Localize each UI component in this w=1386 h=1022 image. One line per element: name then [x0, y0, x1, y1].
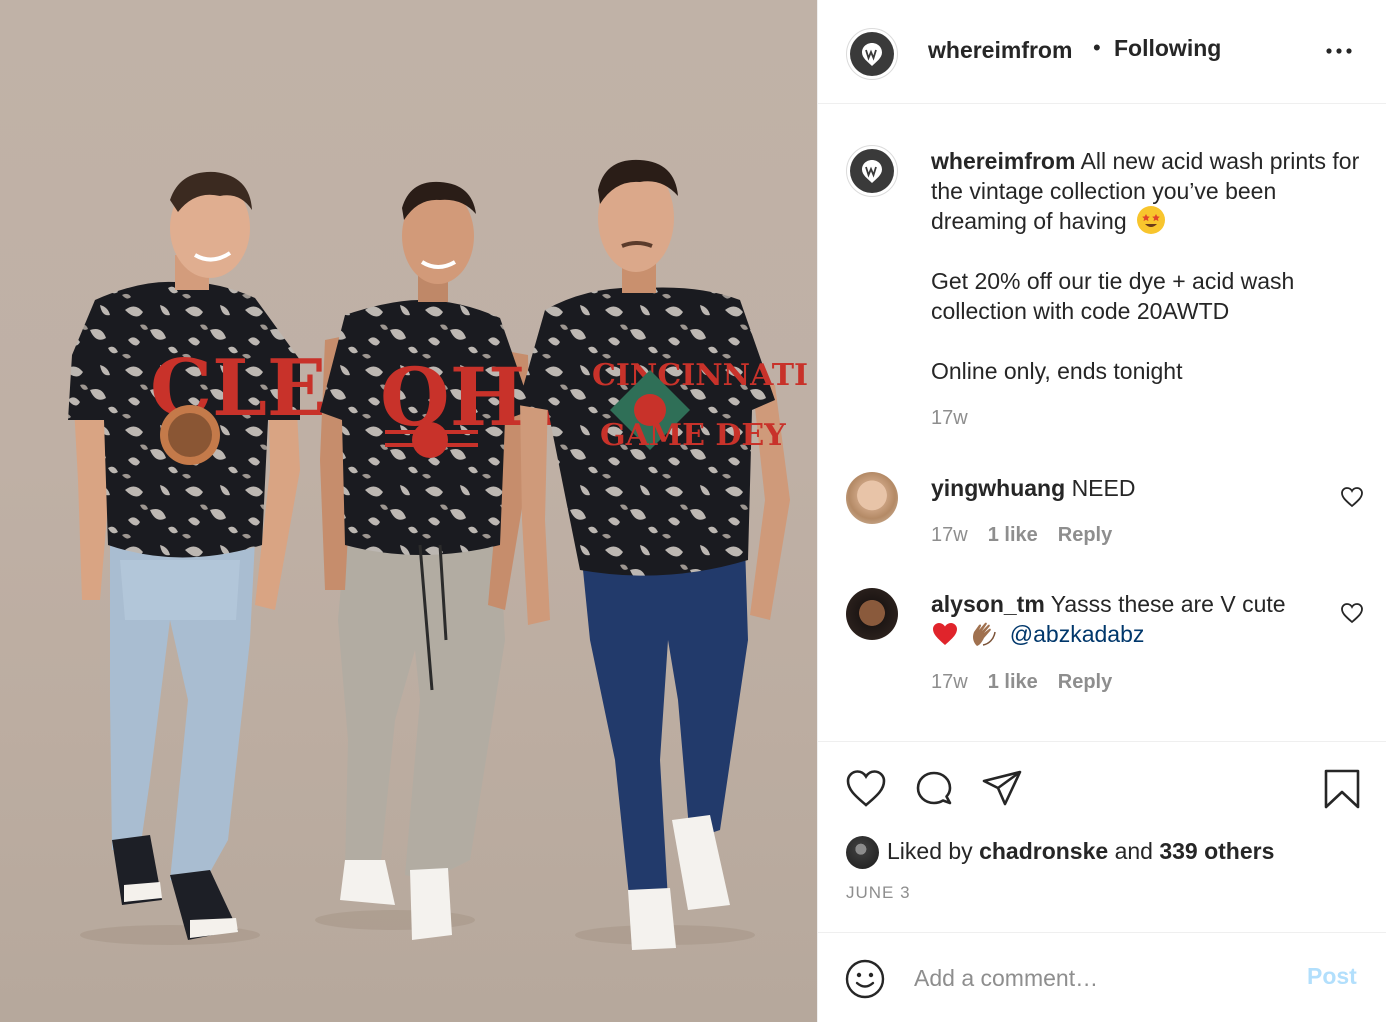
comment-timestamp[interactable]: 17w — [931, 671, 968, 694]
actions-divider — [818, 741, 1386, 742]
following-button[interactable]: Following — [1114, 35, 1221, 62]
comment-reply-button[interactable]: Reply — [1058, 671, 1112, 694]
liker-username-link[interactable]: chadronske — [979, 838, 1108, 864]
caption-author-avatar[interactable] — [846, 145, 898, 197]
comment-meta: 17w 1 like Reply — [931, 524, 1112, 547]
whereimfrom-logo-icon — [862, 43, 882, 66]
liked-by-joiner: and — [1114, 838, 1153, 864]
comment-icon[interactable] — [912, 767, 956, 811]
author-username-link[interactable]: whereimfrom — [928, 37, 1072, 64]
share-icon[interactable] — [980, 767, 1024, 811]
more-horizontal-icon[interactable] — [1324, 44, 1354, 58]
follow-separator: • — [1093, 35, 1101, 60]
caption-timestamp[interactable]: 17w — [931, 407, 968, 430]
post-details-panel: whereimfrom • Following whereimfrom All … — [817, 0, 1386, 1022]
comment-timestamp[interactable]: 17w — [931, 524, 968, 547]
comment-yingwhuang: yingwhuang NEED — [931, 473, 1331, 503]
liked-by-prefix: Liked by — [887, 838, 973, 864]
comment-likes-link[interactable]: 1 like — [988, 671, 1038, 694]
post-date[interactable]: JUNE 3 — [846, 883, 911, 903]
red-heart-emoji-icon — [933, 623, 957, 645]
star-struck-emoji-icon — [1137, 206, 1166, 234]
post-comment-button[interactable]: Post — [1307, 963, 1357, 990]
comment-username-link[interactable]: yingwhuang — [931, 475, 1065, 501]
comment-username-link[interactable]: alyson_tm — [931, 591, 1045, 617]
bookmark-icon[interactable] — [1320, 767, 1364, 811]
author-avatar[interactable] — [846, 28, 898, 80]
heart-icon[interactable] — [844, 767, 888, 811]
shirt-print-game-dey: GAME DEY — [600, 418, 786, 453]
whereimfrom-logo-icon — [862, 160, 882, 183]
comment-body: NEED — [1071, 475, 1136, 501]
shirt-print-cincinnati: CINCINNATI — [592, 358, 808, 393]
post-header: whereimfrom • Following — [818, 0, 1386, 104]
comment-alyson-tm: alyson_tm Yasss these are V cute @abzkad… — [931, 589, 1331, 649]
liked-by-text: Liked by chadronske and 339 others — [887, 838, 1274, 865]
others-likes-link[interactable]: 339 others — [1159, 838, 1274, 864]
post-photo[interactable]: CLE OHIO CINCINNATI GAME DEY — [0, 0, 817, 1022]
post-caption: whereimfrom All new acid wash prints for… — [931, 146, 1371, 386]
comment-like-heart-icon[interactable] — [1340, 602, 1364, 624]
clapping-hands-emoji-icon — [973, 622, 997, 646]
comment-like-heart-icon[interactable] — [1340, 486, 1364, 508]
photo-illustration: CLE OHIO CINCINNATI GAME DEY — [68, 159, 808, 950]
comment-likes-link[interactable]: 1 like — [988, 524, 1038, 547]
add-comment-input[interactable] — [914, 961, 1274, 995]
caption-line-3: Online only, ends tonight — [931, 358, 1183, 384]
emoji-picker-icon[interactable] — [844, 958, 886, 1000]
commenter-avatar-alyson-tm[interactable] — [846, 588, 898, 640]
person-right: CINCINNATI GAME DEY — [518, 159, 808, 950]
person-left: CLE — [68, 171, 326, 940]
caption-line-2: Get 20% off our tie dye + acid wash coll… — [931, 268, 1295, 324]
liker-avatar[interactable] — [846, 836, 879, 869]
comment-meta: 17w 1 like Reply — [931, 671, 1112, 694]
add-comment-bar: Post — [818, 932, 1386, 1022]
instagram-post-modal: CLE OHIO CINCINNATI GAME DEY whereimfrom… — [0, 0, 1386, 1022]
comment-body: Yasss these are V cute — [1050, 591, 1286, 617]
mention-link[interactable]: @abzkadabz — [1010, 621, 1145, 647]
comment-reply-button[interactable]: Reply — [1058, 524, 1112, 547]
commenter-avatar-yingwhuang[interactable] — [846, 472, 898, 524]
caption-username-link[interactable]: whereimfrom — [931, 148, 1075, 174]
